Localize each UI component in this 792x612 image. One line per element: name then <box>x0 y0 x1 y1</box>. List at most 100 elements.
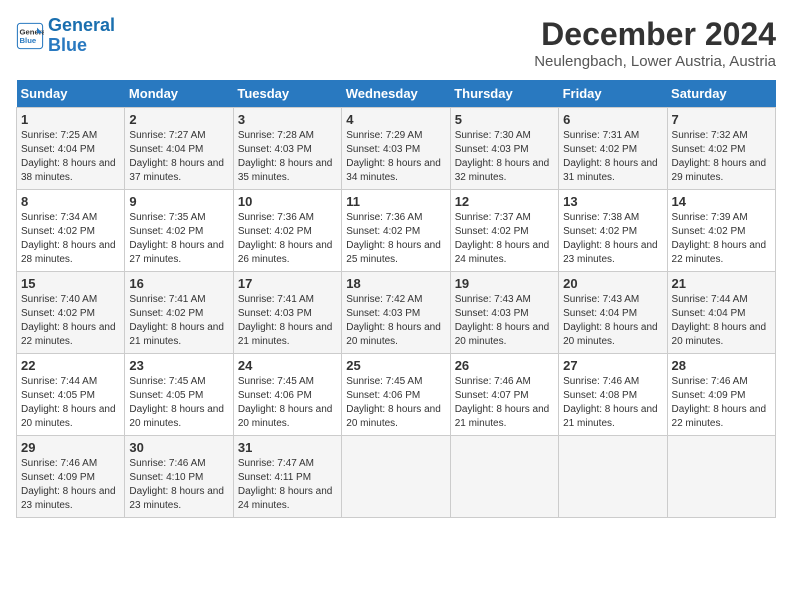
day-number: 9 <box>129 194 228 209</box>
day-info: Sunrise: 7:36 AMSunset: 4:02 PMDaylight:… <box>238 212 333 265</box>
day-number: 23 <box>129 358 228 373</box>
day-number: 15 <box>21 276 120 291</box>
day-info: Sunrise: 7:36 AMSunset: 4:02 PMDaylight:… <box>346 212 441 265</box>
day-number: 11 <box>346 194 445 209</box>
day-number: 31 <box>238 440 337 455</box>
day-number: 12 <box>455 194 554 209</box>
calendar-week-row: 15 Sunrise: 7:40 AMSunset: 4:02 PMDaylig… <box>17 272 776 354</box>
day-info: Sunrise: 7:31 AMSunset: 4:02 PMDaylight:… <box>563 130 658 183</box>
svg-text:Blue: Blue <box>20 36 37 45</box>
calendar-cell <box>667 436 775 518</box>
day-info: Sunrise: 7:45 AMSunset: 4:06 PMDaylight:… <box>346 376 441 429</box>
day-info: Sunrise: 7:42 AMSunset: 4:03 PMDaylight:… <box>346 294 441 347</box>
calendar-cell: 21 Sunrise: 7:44 AMSunset: 4:04 PMDaylig… <box>667 272 775 354</box>
day-number: 19 <box>455 276 554 291</box>
day-number: 28 <box>672 358 771 373</box>
day-number: 2 <box>129 112 228 127</box>
day-info: Sunrise: 7:34 AMSunset: 4:02 PMDaylight:… <box>21 212 116 265</box>
calendar-cell: 30 Sunrise: 7:46 AMSunset: 4:10 PMDaylig… <box>125 436 233 518</box>
calendar-week-row: 1 Sunrise: 7:25 AMSunset: 4:04 PMDayligh… <box>17 108 776 190</box>
calendar-cell: 19 Sunrise: 7:43 AMSunset: 4:03 PMDaylig… <box>450 272 558 354</box>
calendar-cell: 4 Sunrise: 7:29 AMSunset: 4:03 PMDayligh… <box>342 108 450 190</box>
calendar-cell: 5 Sunrise: 7:30 AMSunset: 4:03 PMDayligh… <box>450 108 558 190</box>
calendar-cell: 6 Sunrise: 7:31 AMSunset: 4:02 PMDayligh… <box>559 108 667 190</box>
calendar-cell: 2 Sunrise: 7:27 AMSunset: 4:04 PMDayligh… <box>125 108 233 190</box>
day-info: Sunrise: 7:39 AMSunset: 4:02 PMDaylight:… <box>672 212 767 265</box>
calendar-cell: 28 Sunrise: 7:46 AMSunset: 4:09 PMDaylig… <box>667 354 775 436</box>
calendar-cell: 9 Sunrise: 7:35 AMSunset: 4:02 PMDayligh… <box>125 190 233 272</box>
day-info: Sunrise: 7:41 AMSunset: 4:02 PMDaylight:… <box>129 294 224 347</box>
header-day-monday: Monday <box>125 80 233 108</box>
day-number: 5 <box>455 112 554 127</box>
calendar-cell <box>559 436 667 518</box>
day-number: 16 <box>129 276 228 291</box>
day-number: 4 <box>346 112 445 127</box>
calendar-cell: 20 Sunrise: 7:43 AMSunset: 4:04 PMDaylig… <box>559 272 667 354</box>
header-day-saturday: Saturday <box>667 80 775 108</box>
header-day-friday: Friday <box>559 80 667 108</box>
calendar-cell: 18 Sunrise: 7:42 AMSunset: 4:03 PMDaylig… <box>342 272 450 354</box>
day-number: 26 <box>455 358 554 373</box>
calendar-cell: 10 Sunrise: 7:36 AMSunset: 4:02 PMDaylig… <box>233 190 341 272</box>
calendar-table: SundayMondayTuesdayWednesdayThursdayFrid… <box>16 80 776 518</box>
calendar-cell: 12 Sunrise: 7:37 AMSunset: 4:02 PMDaylig… <box>450 190 558 272</box>
day-info: Sunrise: 7:47 AMSunset: 4:11 PMDaylight:… <box>238 458 333 511</box>
day-info: Sunrise: 7:30 AMSunset: 4:03 PMDaylight:… <box>455 130 550 183</box>
day-number: 3 <box>238 112 337 127</box>
calendar-week-row: 8 Sunrise: 7:34 AMSunset: 4:02 PMDayligh… <box>17 190 776 272</box>
calendar-cell: 7 Sunrise: 7:32 AMSunset: 4:02 PMDayligh… <box>667 108 775 190</box>
day-info: Sunrise: 7:27 AMSunset: 4:04 PMDaylight:… <box>129 130 224 183</box>
day-number: 30 <box>129 440 228 455</box>
calendar-cell: 24 Sunrise: 7:45 AMSunset: 4:06 PMDaylig… <box>233 354 341 436</box>
day-number: 20 <box>563 276 662 291</box>
day-info: Sunrise: 7:37 AMSunset: 4:02 PMDaylight:… <box>455 212 550 265</box>
header-day-thursday: Thursday <box>450 80 558 108</box>
day-info: Sunrise: 7:44 AMSunset: 4:04 PMDaylight:… <box>672 294 767 347</box>
calendar-cell: 13 Sunrise: 7:38 AMSunset: 4:02 PMDaylig… <box>559 190 667 272</box>
header-day-wednesday: Wednesday <box>342 80 450 108</box>
day-number: 13 <box>563 194 662 209</box>
day-info: Sunrise: 7:32 AMSunset: 4:02 PMDaylight:… <box>672 130 767 183</box>
day-number: 21 <box>672 276 771 291</box>
header-day-sunday: Sunday <box>17 80 125 108</box>
calendar-body: 1 Sunrise: 7:25 AMSunset: 4:04 PMDayligh… <box>17 108 776 518</box>
calendar-cell: 15 Sunrise: 7:40 AMSunset: 4:02 PMDaylig… <box>17 272 125 354</box>
day-number: 25 <box>346 358 445 373</box>
calendar-header: SundayMondayTuesdayWednesdayThursdayFrid… <box>17 80 776 108</box>
day-info: Sunrise: 7:46 AMSunset: 4:10 PMDaylight:… <box>129 458 224 511</box>
day-info: Sunrise: 7:35 AMSunset: 4:02 PMDaylight:… <box>129 212 224 265</box>
calendar-cell: 8 Sunrise: 7:34 AMSunset: 4:02 PMDayligh… <box>17 190 125 272</box>
day-info: Sunrise: 7:28 AMSunset: 4:03 PMDaylight:… <box>238 130 333 183</box>
day-info: Sunrise: 7:46 AMSunset: 4:08 PMDaylight:… <box>563 376 658 429</box>
day-number: 18 <box>346 276 445 291</box>
day-info: Sunrise: 7:43 AMSunset: 4:03 PMDaylight:… <box>455 294 550 347</box>
day-info: Sunrise: 7:25 AMSunset: 4:04 PMDaylight:… <box>21 130 116 183</box>
day-info: Sunrise: 7:45 AMSunset: 4:05 PMDaylight:… <box>129 376 224 429</box>
day-info: Sunrise: 7:29 AMSunset: 4:03 PMDaylight:… <box>346 130 441 183</box>
calendar-cell: 29 Sunrise: 7:46 AMSunset: 4:09 PMDaylig… <box>17 436 125 518</box>
day-number: 10 <box>238 194 337 209</box>
day-number: 7 <box>672 112 771 127</box>
calendar-cell <box>450 436 558 518</box>
day-info: Sunrise: 7:46 AMSunset: 4:07 PMDaylight:… <box>455 376 550 429</box>
day-info: Sunrise: 7:43 AMSunset: 4:04 PMDaylight:… <box>563 294 658 347</box>
day-number: 22 <box>21 358 120 373</box>
day-info: Sunrise: 7:46 AMSunset: 4:09 PMDaylight:… <box>21 458 116 511</box>
calendar-cell: 11 Sunrise: 7:36 AMSunset: 4:02 PMDaylig… <box>342 190 450 272</box>
header: General Blue General Blue December 2024 … <box>16 16 776 70</box>
day-info: Sunrise: 7:44 AMSunset: 4:05 PMDaylight:… <box>21 376 116 429</box>
calendar-cell: 1 Sunrise: 7:25 AMSunset: 4:04 PMDayligh… <box>17 108 125 190</box>
day-number: 29 <box>21 440 120 455</box>
calendar-cell <box>342 436 450 518</box>
logo-text: General Blue <box>48 16 115 56</box>
day-info: Sunrise: 7:45 AMSunset: 4:06 PMDaylight:… <box>238 376 333 429</box>
calendar-week-row: 29 Sunrise: 7:46 AMSunset: 4:09 PMDaylig… <box>17 436 776 518</box>
calendar-cell: 14 Sunrise: 7:39 AMSunset: 4:02 PMDaylig… <box>667 190 775 272</box>
day-number: 24 <box>238 358 337 373</box>
calendar-cell: 17 Sunrise: 7:41 AMSunset: 4:03 PMDaylig… <box>233 272 341 354</box>
title-area: December 2024 Neulengbach, Lower Austria… <box>534 16 776 70</box>
day-number: 6 <box>563 112 662 127</box>
calendar-cell: 3 Sunrise: 7:28 AMSunset: 4:03 PMDayligh… <box>233 108 341 190</box>
day-number: 17 <box>238 276 337 291</box>
calendar-cell: 27 Sunrise: 7:46 AMSunset: 4:08 PMDaylig… <box>559 354 667 436</box>
